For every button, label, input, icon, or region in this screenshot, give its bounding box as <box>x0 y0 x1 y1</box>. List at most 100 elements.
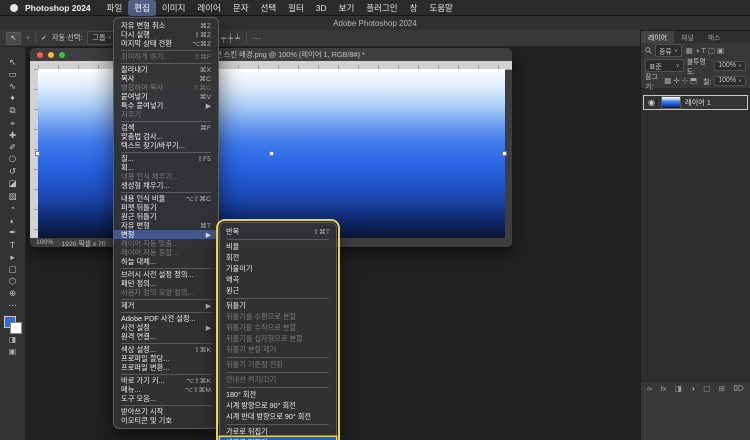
transform-submenu-item-rotate-90-ccw[interactable]: 시계 반대 방향으로 90° 회전 <box>220 411 336 422</box>
menubar-item-layer[interactable]: 레이어 <box>191 0 226 16</box>
pixel-layer-filter-icon[interactable]: ▦ <box>685 46 694 55</box>
menubar-item-edit[interactable]: 편집 <box>128 0 156 16</box>
shortcut-label: ⌘F <box>200 124 211 132</box>
edit-menu-item-purge[interactable]: 제거 ▶ <box>114 301 218 310</box>
dodge-tool[interactable]: ◐ <box>4 214 22 226</box>
object-selection-tool[interactable]: ✦ <box>4 93 22 105</box>
auto-select-checkbox[interactable]: ✓ <box>41 34 47 42</box>
type-layer-filter-icon[interactable]: T <box>700 46 707 55</box>
shape-layer-filter-icon[interactable]: ▢ <box>707 46 716 55</box>
transform-submenu-item-label: 180° 회전 <box>226 389 257 399</box>
shape-tool[interactable]: ▢ <box>4 263 22 275</box>
path-selection-tool[interactable]: ▸ <box>4 251 22 263</box>
move-tool[interactable]: ↖ <box>4 56 22 68</box>
history-brush-tool[interactable]: ↺ <box>4 166 22 178</box>
new-layer-icon[interactable]: ⊞ <box>719 384 725 393</box>
edit-menu-separator <box>121 404 211 406</box>
panel-tab-paths[interactable]: 패스 <box>701 30 728 43</box>
transform-submenu-item-rotate-180[interactable]: 180° 회전 <box>220 389 336 400</box>
menubar-item-file[interactable]: 파일 <box>101 0 129 16</box>
panel-tab-channels[interactable]: 채널 <box>674 30 701 43</box>
lock-label: 잠그기: <box>645 73 658 91</box>
background-color-swatch[interactable] <box>9 321 22 334</box>
menubar-app-name[interactable]: Photoshop 2024 <box>25 3 91 13</box>
brush-tool[interactable]: ✐ <box>4 141 22 153</box>
menubar-item-filter[interactable]: 필터 <box>282 0 310 16</box>
menubar-item-3d[interactable]: 3D <box>310 1 333 15</box>
clone-stamp-tool[interactable]: ⎔ <box>4 154 22 166</box>
menubar-item-image[interactable]: 이미지 <box>156 0 191 16</box>
minimize-button[interactable] <box>48 51 54 58</box>
quick-mask-icon[interactable]: ◨ <box>4 333 22 345</box>
smart-object-filter-icon[interactable]: ▣ <box>716 46 725 55</box>
menubar-item-window[interactable]: 창 <box>404 0 424 16</box>
layer-visibility-icon[interactable]: ◉ <box>647 98 657 107</box>
menubar-item-view[interactable]: 보기 <box>333 0 361 16</box>
panel-tab-layers[interactable]: 레이어 <box>641 30 675 43</box>
adjustment-layer-icon[interactable]: ◑ <box>690 384 695 393</box>
healing-brush-tool[interactable]: ✚ <box>4 129 22 141</box>
transform-submenu-item-rotate-90-cw[interactable]: 시계 방향으로 90° 회전 <box>220 400 336 411</box>
layer-mask-icon[interactable]: ◨ <box>675 384 682 393</box>
delete-layer-icon[interactable]: ⌦ <box>733 384 744 393</box>
eyedropper-tool[interactable]: ⌖ <box>4 117 22 129</box>
transform-submenu-item-again[interactable]: 반복 ⇧⌘T <box>220 226 336 237</box>
zoom-tool[interactable]: ⊕ <box>4 288 22 300</box>
transform-submenu-item-distort[interactable]: 왜곡 <box>220 274 336 285</box>
zoom-level[interactable]: 100% <box>36 239 53 246</box>
transform-submenu-item-skew[interactable]: 기울이기 <box>220 263 336 274</box>
menubar-item-plugins[interactable]: 플러그인 <box>360 0 403 16</box>
type-tool[interactable]: T <box>4 239 22 251</box>
menubar-item-select[interactable]: 선택 <box>255 0 283 16</box>
crop-tool[interactable]: ⧉ <box>4 105 22 117</box>
transform-submenu-item-rotate[interactable]: 회전 <box>220 252 336 263</box>
layer-effects-icon[interactable]: fx <box>661 384 667 393</box>
lock-transparency-icon[interactable]: ▩ <box>663 76 672 85</box>
edit-menu-item-find-replace-text[interactable]: 텍스트 찾기/바꾸기... <box>114 141 218 150</box>
transform-submenu-item-warp[interactable]: 뒤틀기 <box>220 300 336 311</box>
more-options-icon[interactable]: ⋯ <box>252 34 262 43</box>
blur-tool[interactable]: ◔ <box>4 202 22 214</box>
align-vertical-centers-icon[interactable]: ┿ <box>227 34 234 43</box>
close-button[interactable] <box>37 51 43 58</box>
edit-menu-item-label: 하늘 대체... <box>121 256 156 266</box>
hand-tool[interactable]: ⬡ <box>4 275 22 287</box>
transform-submenu-item-perspective[interactable]: 원근 <box>220 285 336 296</box>
edit-menu-item-toolbar[interactable]: 도구 모음... <box>114 394 218 403</box>
edit-menu-item-toggle-last-state[interactable]: 마지막 상태 전환 ⌥⌘Z <box>114 39 218 48</box>
layer-row[interactable]: ◉ 레이어 1 <box>643 95 748 110</box>
transform-handle-center[interactable] <box>269 151 274 156</box>
kind-filter-dropdown[interactable]: 종류 ∨ <box>655 44 682 57</box>
lock-position-icon[interactable]: ⊹ <box>681 76 689 85</box>
lock-all-icon[interactable]: ⬒ <box>689 76 698 85</box>
document-titlebar[interactable]: 그라데이션 스킨 배경.png @ 100% (레이어 1, RGB/8#) * <box>30 48 512 61</box>
lock-pixels-icon[interactable]: ✛ <box>672 76 680 85</box>
align-bottom-edges-icon[interactable]: ┷ <box>234 34 241 43</box>
edit-menu-item-label: 이모티콘 및 기호 <box>121 415 173 425</box>
gradient-tool[interactable]: ▨ <box>4 190 22 202</box>
transform-submenu-item-scale[interactable]: 비율 <box>220 241 336 252</box>
menubar-item-help[interactable]: 도움말 <box>423 0 458 16</box>
lasso-tool[interactable]: ∿ <box>4 80 22 92</box>
fill-dropdown[interactable]: 100% ∨ <box>714 75 746 86</box>
apple-menu-icon[interactable] <box>10 3 18 12</box>
screen-mode-icon[interactable]: ▣ <box>4 345 22 357</box>
edit-toolbar-icon[interactable]: ⋯ <box>4 300 22 312</box>
opacity-dropdown[interactable]: 100% ∨ <box>714 60 746 71</box>
edit-menu-item-emoji-symbols[interactable]: 이모티콘 및 기호 <box>114 416 218 425</box>
transform-handle-left[interactable] <box>35 151 40 156</box>
pen-tool[interactable]: ✒ <box>4 227 22 239</box>
edit-menu-item-sky-replacement[interactable]: 하늘 대체... <box>114 257 218 266</box>
transform-submenu-item-flip-horizontal[interactable]: 가로로 뒤집기 <box>220 426 336 437</box>
eraser-tool[interactable]: ◪ <box>4 178 22 190</box>
edit-menu-item-remote-connections[interactable]: 원격 연결... <box>114 332 218 341</box>
marquee-tool[interactable]: ▭ <box>4 68 22 80</box>
transform-handle-right[interactable] <box>502 151 507 156</box>
menubar-item-type[interactable]: 문자 <box>227 0 255 16</box>
layer-group-icon[interactable]: ▢ <box>703 384 710 393</box>
align-top-edges-icon[interactable]: ┯ <box>220 34 227 43</box>
link-layers-icon[interactable]: ∞ <box>647 384 652 393</box>
edit-menu-item-convert-to-profile[interactable]: 프로파일 변환... <box>114 363 218 372</box>
tool-preset-icon[interactable]: ↖ <box>6 31 21 45</box>
edit-menu-item-generative-fill[interactable]: 생성형 채우기... <box>114 181 218 190</box>
